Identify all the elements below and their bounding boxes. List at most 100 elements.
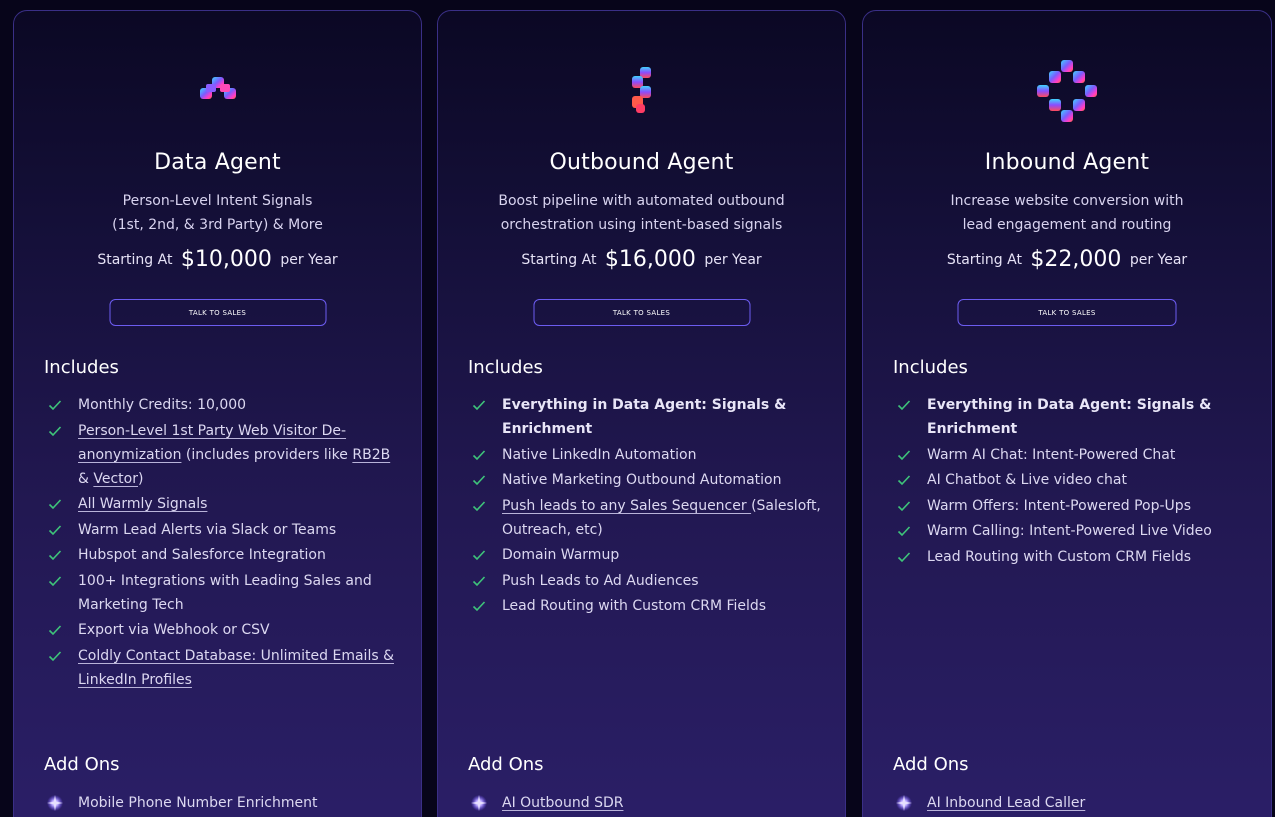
subtitle-line: Boost pipeline with automated outbound xyxy=(498,193,785,209)
list-item: All Warmly Signals xyxy=(44,492,399,516)
check-icon xyxy=(48,649,62,663)
list-item: Warm Offers: Intent-Powered Pop-Ups xyxy=(893,494,1249,518)
check-icon xyxy=(472,574,486,588)
check-icon xyxy=(48,424,62,438)
list-item: Native Marketing Outbound Automation xyxy=(468,468,823,492)
check-icon xyxy=(897,473,911,487)
price-row: Starting At $22,000 per Year xyxy=(863,247,1271,272)
check-icon xyxy=(48,523,62,537)
check-icon xyxy=(897,448,911,462)
pricing-card-outbound-agent: Outbound Agent Boost pipeline with autom… xyxy=(437,10,846,817)
feature-link[interactable]: Coldly Contact Database: Unlimited Email… xyxy=(78,648,394,688)
feature-text: Native LinkedIn Automation xyxy=(502,446,697,463)
addon-link[interactable]: AI Outbound SDR xyxy=(502,795,623,811)
talk-to-sales-button[interactable]: TALK TO SALES xyxy=(533,299,750,326)
list-item: Push leads to any Sales Sequencer (Sales… xyxy=(468,494,823,542)
check-icon xyxy=(48,497,62,511)
check-icon xyxy=(897,398,911,412)
feature-text: 100+ Integrations with Leading Sales and… xyxy=(78,572,372,613)
feature-text: (includes providers like xyxy=(181,446,353,463)
price-suffix: per Year xyxy=(280,252,338,268)
feature-text: Everything in Data Agent: Signals & Enri… xyxy=(502,397,787,437)
check-icon xyxy=(897,524,911,538)
addon-link[interactable]: AI Inbound Lead Caller xyxy=(927,795,1085,811)
pricing-card-inbound-agent: Inbound Agent Increase website conversio… xyxy=(862,10,1272,817)
price-suffix: per Year xyxy=(704,252,762,268)
check-icon xyxy=(897,550,911,564)
vector-link[interactable]: Vector xyxy=(93,471,138,487)
price-prefix: Starting At xyxy=(946,252,1022,268)
check-icon xyxy=(897,499,911,513)
list-item: Coldly Contact Database: Unlimited Email… xyxy=(44,644,399,692)
addon-list: Mobile Phone Number Enrichment xyxy=(44,791,399,815)
check-icon xyxy=(472,398,486,412)
subtitle-line: Increase website conversion with xyxy=(950,193,1184,209)
feature-list: Monthly Credits: 10,000 Person-Level 1st… xyxy=(44,393,399,693)
card-title: Inbound Agent xyxy=(984,150,1150,175)
check-icon xyxy=(48,398,62,412)
feature-text: Monthly Credits: 10,000 xyxy=(78,397,247,413)
outbound-agent-logo-icon xyxy=(438,51,845,131)
feature-text: Native Marketing Outbound Automation xyxy=(502,472,782,488)
subtitle-line: Person-Level Intent Signals xyxy=(122,193,313,209)
data-agent-logo-icon xyxy=(14,51,421,131)
check-icon xyxy=(472,448,486,462)
check-icon xyxy=(48,623,62,637)
talk-to-sales-button[interactable]: TALK TO SALES xyxy=(957,299,1177,326)
feature-text: & xyxy=(78,470,94,487)
card-title: Data Agent xyxy=(154,150,281,175)
addons-heading: Add Ons xyxy=(468,754,544,775)
feature-text: Lead Routing with Custom CRM Fields xyxy=(502,598,767,614)
feature-text: Lead Routing with Custom CRM Fields xyxy=(927,548,1192,565)
card-title: Outbound Agent xyxy=(549,150,734,175)
addons-heading: Add Ons xyxy=(893,754,969,775)
includes-heading: Includes xyxy=(468,357,543,378)
list-item: Domain Warmup xyxy=(468,543,823,567)
list-item: AI Outbound SDR xyxy=(468,791,823,815)
includes-heading: Includes xyxy=(44,357,119,378)
talk-to-sales-button[interactable]: TALK TO SALES xyxy=(109,299,326,326)
list-item: Warm AI Chat: Intent-Powered Chat xyxy=(893,443,1249,467)
inbound-agent-logo-icon xyxy=(863,51,1271,131)
price-amount: $22,000 xyxy=(1030,247,1122,272)
feature-list: Everything in Data Agent: Signals & Enri… xyxy=(893,393,1249,570)
subtitle-line: orchestration using intent-based signals xyxy=(500,217,783,233)
check-icon xyxy=(48,548,62,562)
check-icon xyxy=(472,473,486,487)
subtitle-line: (1st, 2nd, & 3rd Party) & More xyxy=(112,217,323,233)
feature-text: AI Chatbot & Live video chat xyxy=(927,472,1127,488)
price-prefix: Starting At xyxy=(97,252,173,268)
feature-text: Warm Offers: Intent-Powered Pop-Ups xyxy=(927,497,1191,514)
check-icon xyxy=(472,499,486,513)
feature-text: Export via Webhook or CSV xyxy=(78,622,270,638)
feature-list: Everything in Data Agent: Signals & Enri… xyxy=(468,393,823,620)
feature-link[interactable]: Push leads to any Sales Sequencer xyxy=(502,498,751,514)
check-icon xyxy=(48,574,62,588)
list-item: Export via Webhook or CSV xyxy=(44,618,399,642)
list-item: AI Inbound Lead Caller xyxy=(893,791,1249,815)
feature-text: Push Leads to Ad Audiences xyxy=(502,572,699,589)
price-prefix: Starting At xyxy=(521,252,597,268)
rb2b-link[interactable]: RB2B xyxy=(352,447,390,463)
feature-link[interactable]: All Warmly Signals xyxy=(78,496,207,512)
list-item: Lead Routing with Custom CRM Fields xyxy=(468,594,823,618)
sparkle-icon xyxy=(46,794,64,812)
price-amount: $10,000 xyxy=(180,247,272,272)
subtitle-line: lead engagement and routing xyxy=(962,217,1172,233)
sparkle-icon xyxy=(470,794,488,812)
list-item: Hubspot and Salesforce Integration xyxy=(44,543,399,567)
addon-text: Mobile Phone Number Enrichment xyxy=(78,795,318,811)
list-item: Everything in Data Agent: Signals & Enri… xyxy=(893,393,1249,441)
price-row: Starting At $16,000 per Year xyxy=(438,247,845,272)
card-subtitle: Increase website conversion with lead en… xyxy=(883,189,1251,237)
feature-text: Everything in Data Agent: Signals & Enri… xyxy=(927,397,1212,437)
list-item: Warm Lead Alerts via Slack or Teams xyxy=(44,518,399,542)
feature-text: Hubspot and Salesforce Integration xyxy=(78,547,326,563)
sparkle-icon xyxy=(895,794,913,812)
check-icon xyxy=(472,599,486,613)
check-icon xyxy=(472,548,486,562)
card-subtitle: Boost pipeline with automated outbound o… xyxy=(458,189,825,237)
feature-text: ) xyxy=(138,470,144,487)
list-item: Lead Routing with Custom CRM Fields xyxy=(893,545,1249,569)
price-row: Starting At $10,000 per Year xyxy=(14,247,421,272)
